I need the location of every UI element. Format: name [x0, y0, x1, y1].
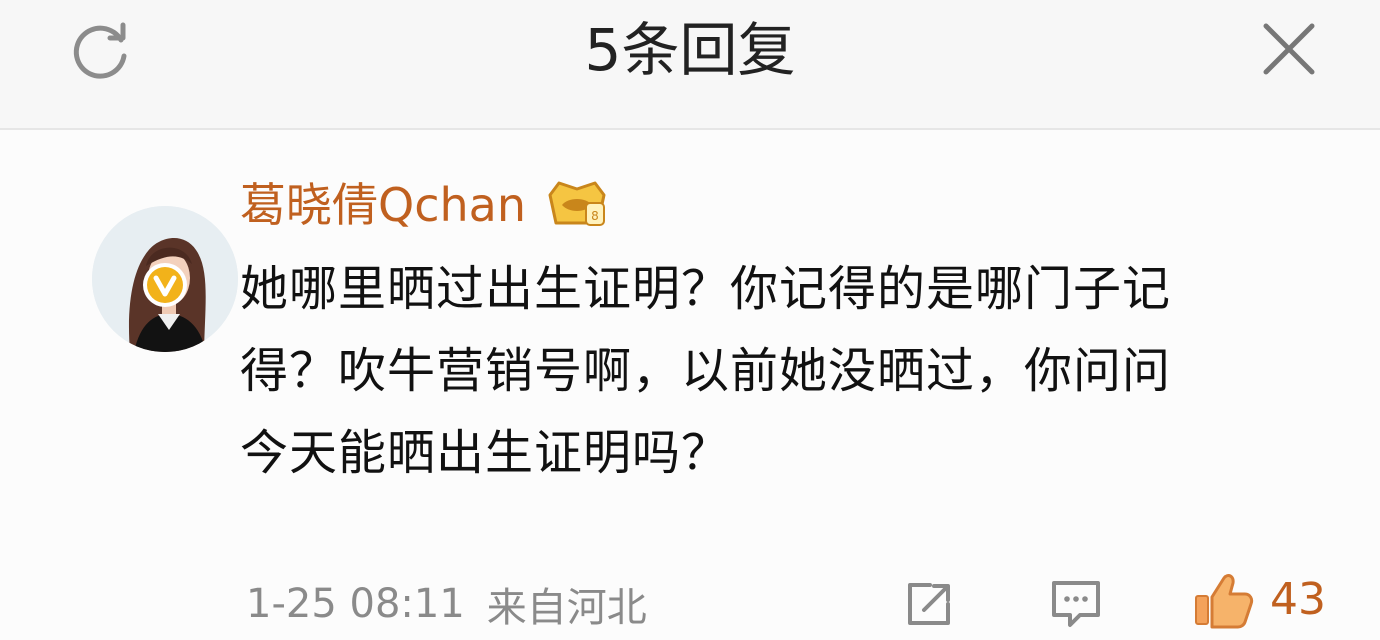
username-row: 葛晓倩Qchan 8	[240, 170, 610, 240]
like-count: 43	[1270, 574, 1326, 625]
crown-badge-icon[interactable]: 8	[544, 175, 610, 235]
comment-line-2: 得？吹牛营销号啊，以前她没晒过，你问问	[240, 343, 1172, 399]
comment-meta: 1-25 08:11 来自河北	[246, 574, 647, 634]
svg-text:8: 8	[591, 209, 599, 223]
comment-line-3: 今天能晒出生证明吗？	[240, 425, 731, 481]
source-location: 来自河北	[486, 585, 647, 631]
comment-text: 她哪里晒过出生证明？你记得的是哪门子记 得？吹牛营销号啊，以前她没晒过，你问问 …	[240, 248, 1350, 494]
comment-line-1: 她哪里晒过出生证明？你记得的是哪门子记	[240, 261, 1172, 317]
timestamp: 1-25 08:11	[246, 581, 465, 627]
page-title: 5条回复	[584, 16, 796, 84]
thumbs-up-icon[interactable]	[1190, 568, 1254, 632]
avatar-container[interactable]	[46, 168, 238, 352]
verified-v-icon	[140, 260, 190, 310]
close-icon[interactable]	[1256, 16, 1322, 82]
username-link[interactable]: 葛晓倩Qchan	[240, 175, 526, 235]
repost-icon[interactable]	[902, 578, 958, 630]
header-bar: 5条回复	[0, 0, 1380, 130]
comment-card: 葛晓倩Qchan 8 她哪里晒过出生证明？你记得的是哪门子记 得？吹牛营销号啊，…	[0, 130, 1380, 640]
comment-icon[interactable]	[1046, 576, 1106, 632]
